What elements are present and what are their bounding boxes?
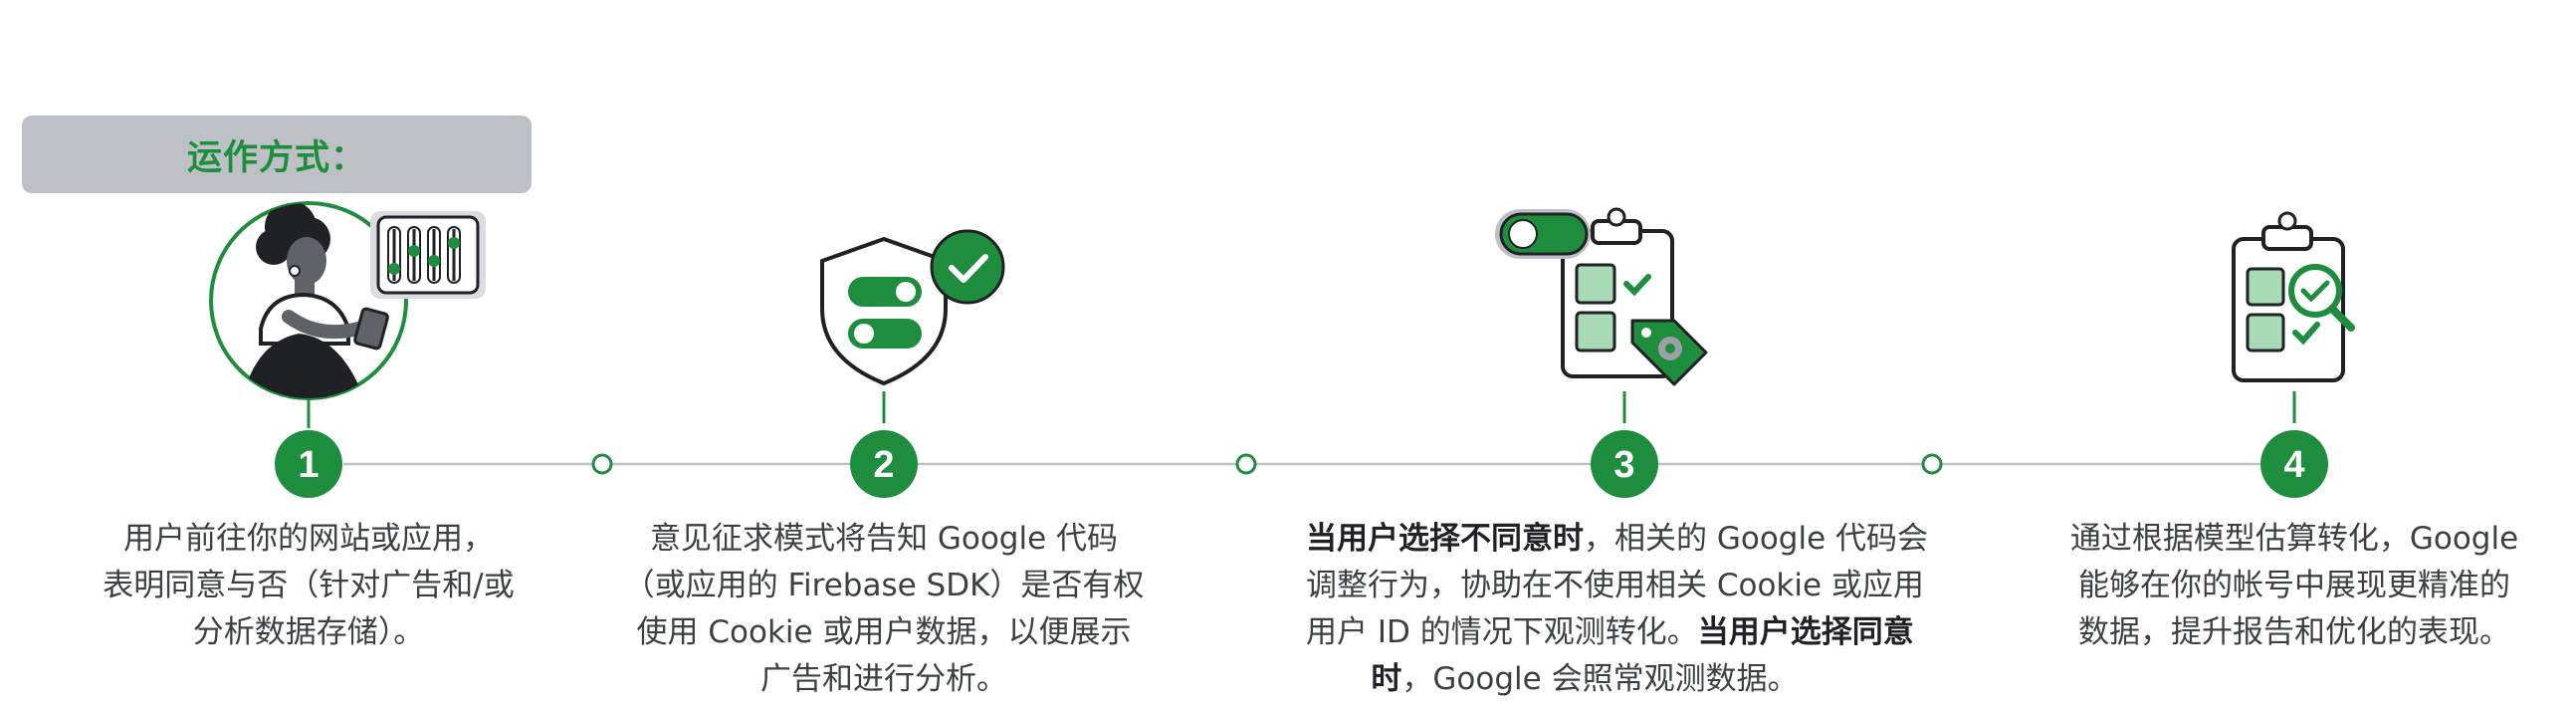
description-text: 调整行为，协助在不使用相关 Cookie 或应用 xyxy=(1306,568,1924,603)
step-4-description: 通过根据模型估算转化，Google 能够在你的帐号中展现更精准的 数据，提升报告和优… xyxy=(2016,516,2573,656)
description-line: 当用户选择不同意时，相关的 Google 代码会 xyxy=(1306,516,1928,563)
description-line: 使用 Cookie 或用户数据，以便展示 xyxy=(605,609,1163,656)
description-line: （或应用的 Firebase SDK）是否有权 xyxy=(605,563,1163,609)
description-text: ，相关的 Google 代码会 xyxy=(1584,521,1929,557)
description-line: 数据，提升报告和优化的表现。 xyxy=(2016,609,2573,656)
timeline xyxy=(343,453,2289,475)
step-number-4: 4 xyxy=(2260,430,2328,498)
timeline-dot xyxy=(1921,453,1943,475)
svg-text:4: 4 xyxy=(2283,444,2304,486)
description-text: 广告和进行分析。 xyxy=(760,661,1007,697)
step-number-1: 1 xyxy=(275,430,342,498)
step-2-description: 意见征求模式将告知 Google 代码 （或应用的 Firebase SDK）是否… xyxy=(605,516,1163,703)
description-text: 用户前往你的网站或应用， xyxy=(123,521,494,557)
emphasis-text: 当用户选择同意 xyxy=(1697,614,1914,650)
description-text: 意见征求模式将告知 Google 代码 xyxy=(649,521,1119,557)
description-line: 调整行为，协助在不使用相关 Cookie 或应用 xyxy=(1306,563,1924,609)
person-with-settings-icon xyxy=(209,201,486,400)
description-line: 用户 ID 的情况下观测转化。当用户选择同意 xyxy=(1306,609,1914,656)
timeline-dot xyxy=(591,453,613,475)
emphasis-text: 时 xyxy=(1371,661,1402,697)
description-text: 表明同意与否（针对广告和/或 xyxy=(103,568,515,603)
description-text: 分析数据存储）。 xyxy=(192,614,425,650)
clipboard-magnifier-icon xyxy=(2232,211,2355,382)
description-text: 能够在你的帐号中展现更精准的 xyxy=(2078,568,2510,603)
description-text: 用户 ID 的情况下观测转化。 xyxy=(1306,614,1698,650)
description-text: 使用 Cookie 或用户数据，以便展示 xyxy=(636,614,1132,650)
step-number-2: 2 xyxy=(850,430,918,498)
step-1-description: 用户前往你的网站或应用， 表明同意与否（针对广告和/或 分析数据存储）。 xyxy=(30,516,587,656)
svg-text:2: 2 xyxy=(873,444,894,486)
step-number-3: 3 xyxy=(1591,430,1658,498)
emphasis-text: 当用户选择不同意时 xyxy=(1306,521,1584,557)
timeline-dot xyxy=(1235,453,1257,475)
svg-text:1: 1 xyxy=(298,444,319,486)
description-text: 数据，提升报告和优化的表现。 xyxy=(2078,614,2510,650)
shield-toggles-icon xyxy=(820,229,1005,386)
description-line: 能够在你的帐号中展现更精准的 xyxy=(2016,563,2573,609)
description-line: 意见征求模式将告知 Google 代码 xyxy=(605,516,1163,563)
description-text: ，Google 会照常观测数据。 xyxy=(1401,661,1799,697)
description-text: （或应用的 Firebase SDK）是否有权 xyxy=(623,568,1145,603)
step-3-description: 当用户选择不同意时，相关的 Google 代码会调整行为，协助在不使用相关 Co… xyxy=(1306,516,1928,703)
description-line: 用户前往你的网站或应用， xyxy=(30,516,587,563)
description-line: 时，Google 会照常观测数据。 xyxy=(1306,656,1863,703)
clipboard-toggle-tag-icon xyxy=(1495,207,1708,386)
description-text: 通过根据模型估算转化，Google xyxy=(2069,521,2519,557)
svg-text:3: 3 xyxy=(1613,444,1634,486)
description-line: 表明同意与否（针对广告和/或 xyxy=(30,563,587,609)
description-line: 通过根据模型估算转化，Google xyxy=(2016,516,2573,563)
description-line: 分析数据存储）。 xyxy=(30,609,587,656)
description-line: 广告和进行分析。 xyxy=(605,656,1163,703)
